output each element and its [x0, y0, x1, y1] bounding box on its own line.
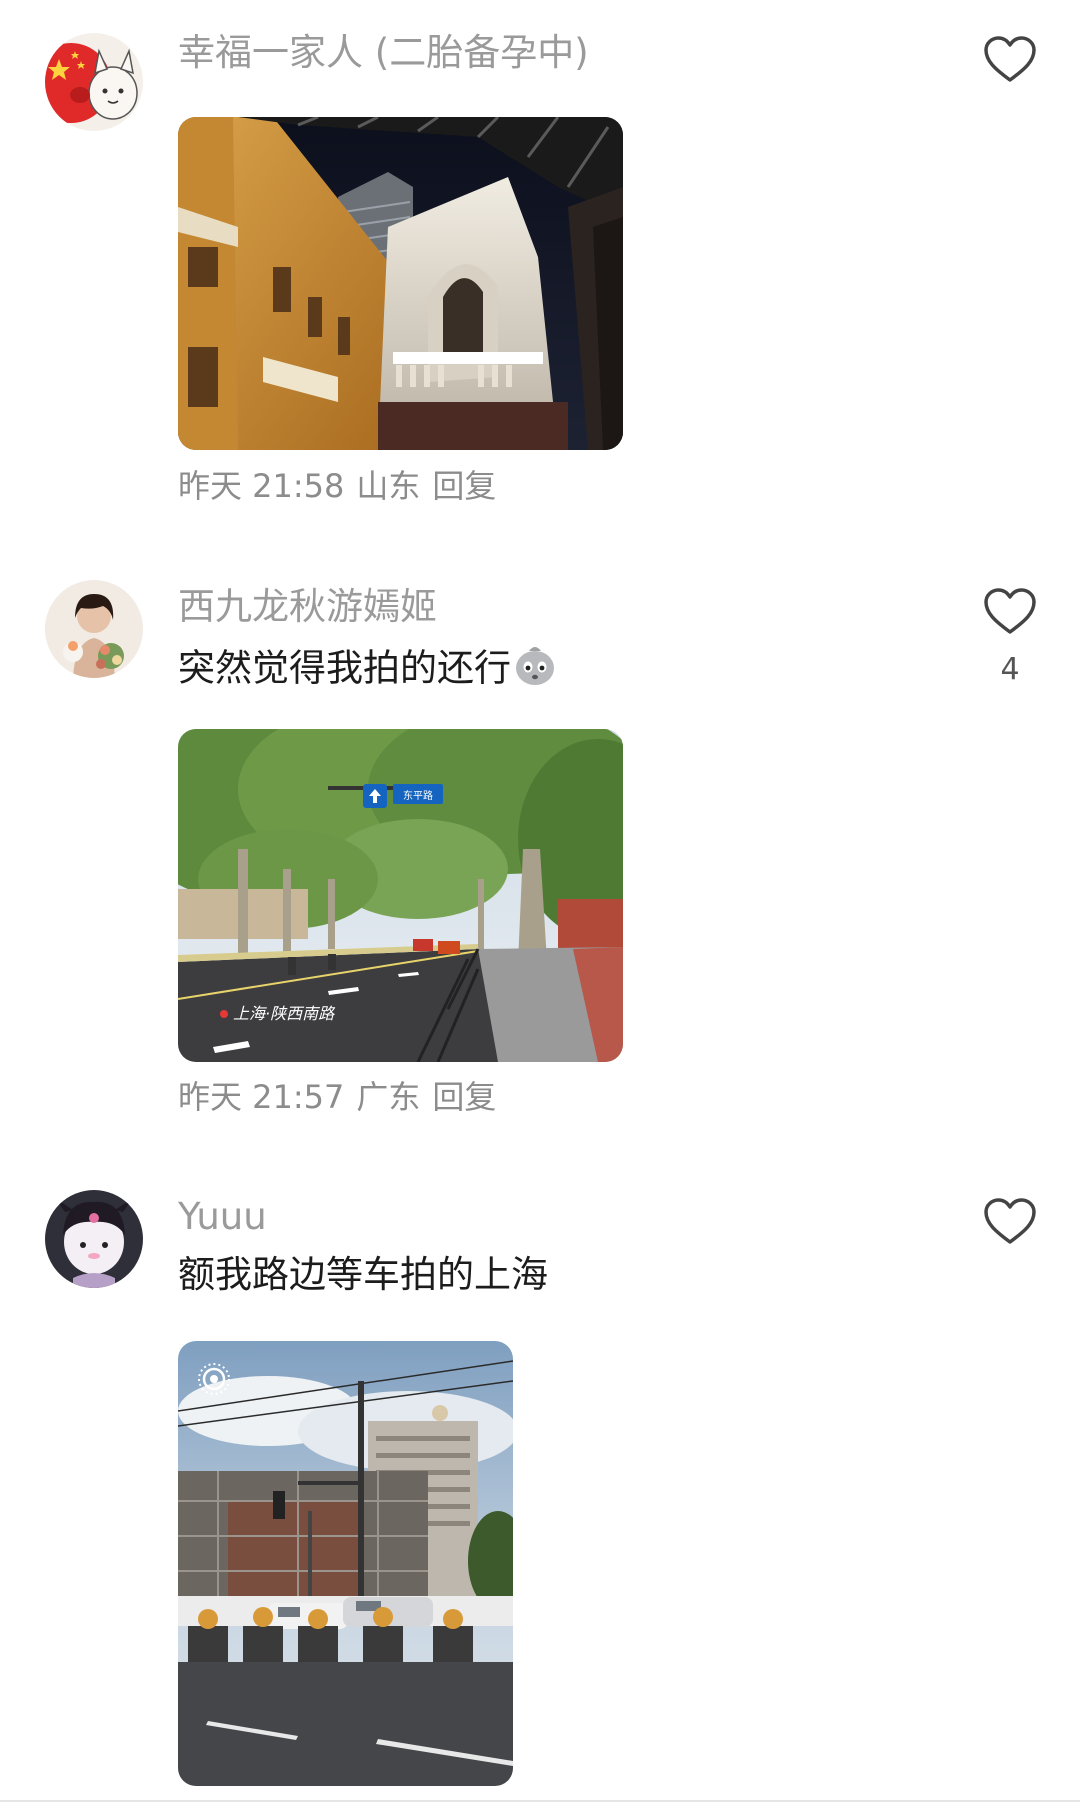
divider: [0, 1800, 1080, 1802]
comment-location: 山东: [356, 467, 421, 505]
comment-photo-street[interactable]: 东平路 上海·陕西南路: [178, 729, 623, 1062]
comment-text-content: 突然觉得我拍的还行: [178, 646, 511, 690]
like-count: 4: [1000, 652, 1020, 687]
heart-outline-icon: [984, 36, 1036, 82]
avatar[interactable]: [45, 580, 143, 678]
crying-face-emoji-icon: [513, 643, 557, 697]
comment-location: 广东: [356, 1078, 421, 1116]
avatar[interactable]: [45, 1190, 143, 1288]
username[interactable]: Yuuu: [178, 1195, 267, 1239]
comment-meta: 昨天 21:57 广东 回复: [178, 1077, 508, 1117]
avatar[interactable]: [45, 33, 143, 131]
comment-time: 昨天 21:57: [178, 1078, 345, 1116]
username[interactable]: 幸福一家人 (二胎备孕中): [178, 31, 589, 75]
like-button[interactable]: [983, 36, 1037, 84]
heart-outline-icon: [984, 588, 1036, 634]
comment-photo-building[interactable]: [178, 117, 623, 450]
street-location-label: 上海·陕西南路: [233, 1004, 336, 1023]
reply-button[interactable]: 回复: [432, 467, 496, 505]
username[interactable]: 西九龙秋游嫣姬: [178, 585, 437, 629]
comment-time: 昨天 21:58: [178, 467, 345, 505]
comment-photo-roadside[interactable]: [178, 1341, 513, 1786]
comment-text: 额我路边等车拍的上海: [178, 1253, 548, 1296]
like-button[interactable]: [983, 1198, 1037, 1246]
comment-meta: 昨天 21:58 山东 回复: [178, 466, 508, 506]
like-button[interactable]: [983, 588, 1037, 636]
reply-button[interactable]: 回复: [432, 1078, 496, 1116]
road-sign-text: 东平路: [403, 789, 433, 802]
comment-text: 突然觉得我拍的还行: [178, 643, 557, 697]
heart-outline-icon: [984, 1198, 1036, 1244]
